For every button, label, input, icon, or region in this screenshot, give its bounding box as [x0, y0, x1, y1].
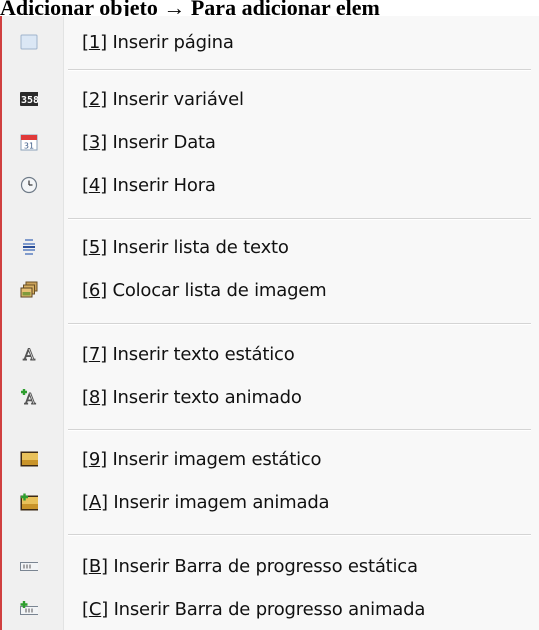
menu-item-insert-animated-progress-bar[interactable]: [C] Inserir Barra de progresso animada: [2, 589, 539, 629]
menu-separator: [68, 323, 531, 325]
menu-item-label: [9] Inserir imagem estático: [82, 448, 322, 470]
animated-text-icon: A: [20, 389, 38, 406]
menu-item-insert-animated-text[interactable]: A [8] Inserir texto animado: [2, 377, 539, 417]
menu-item-insert-animated-image[interactable]: [A] Inserir imagem animada: [2, 482, 539, 522]
menu-item-insert-page[interactable]: [1] Inserir página: [2, 22, 539, 62]
menu-item-label: [3] Inserir Data: [82, 131, 216, 153]
static-text-icon: A: [20, 345, 38, 363]
static-progress-bar-icon: [20, 558, 38, 574]
menu-item-label: [A] Inserir imagem animada: [82, 491, 330, 513]
menu-item-label: [7] Inserir texto estático: [82, 343, 295, 365]
svg-text:358: 358: [21, 95, 38, 106]
menu-item-insert-variable[interactable]: 358 [2] Inserir variável: [2, 79, 539, 119]
menu-separator: [68, 69, 531, 71]
menu-item-label: [8] Inserir texto animado: [82, 386, 302, 408]
calendar-icon: 31: [20, 134, 38, 151]
menu-separator: [68, 534, 531, 536]
menu-item-insert-static-progress-bar[interactable]: [B] Inserir Barra de progresso estática: [2, 546, 539, 586]
menu-item-label: [B] Inserir Barra de progresso estática: [82, 555, 418, 577]
animated-image-icon: [20, 493, 38, 511]
page-icon: [20, 34, 38, 50]
text-list-icon: [20, 239, 38, 255]
window-title: Adicionar objeto → Para adicionar elem: [0, 0, 380, 16]
variable-icon: 358: [20, 91, 38, 107]
image-list-icon: [20, 281, 38, 298]
menu-item-label: [C] Inserir Barra de progresso animada: [82, 598, 426, 620]
menu-separator: [68, 429, 531, 431]
menu-item-place-image-list[interactable]: [6] Colocar lista de imagem: [2, 270, 539, 310]
animated-progress-bar-icon: [20, 601, 38, 617]
menu-item-insert-static-text[interactable]: A [7] Inserir texto estático: [2, 334, 539, 374]
menu-item-insert-text-list[interactable]: [5] Inserir lista de texto: [2, 227, 539, 267]
svg-text:A: A: [22, 345, 35, 363]
add-object-menu: [1] Inserir página 358 [2] Inserir variá…: [0, 16, 539, 630]
svg-text:31: 31: [24, 142, 34, 151]
menu-item-label: [2] Inserir variável: [82, 88, 244, 110]
menu-item-insert-static-image[interactable]: [9] Inserir imagem estático: [2, 439, 539, 479]
clock-icon: [20, 176, 38, 194]
menu-item-label: [6] Colocar lista de imagem: [82, 279, 327, 301]
static-image-icon: [20, 451, 38, 467]
menu-item-label: [4] Inserir Hora: [82, 174, 216, 196]
menu-separator: [68, 218, 531, 220]
menu-item-label: [5] Inserir lista de texto: [82, 236, 289, 258]
menu-item-insert-date[interactable]: 31 [3] Inserir Data: [2, 122, 539, 162]
menu-item-label: [1] Inserir página: [82, 31, 234, 53]
menu-item-insert-time[interactable]: [4] Inserir Hora: [2, 165, 539, 205]
